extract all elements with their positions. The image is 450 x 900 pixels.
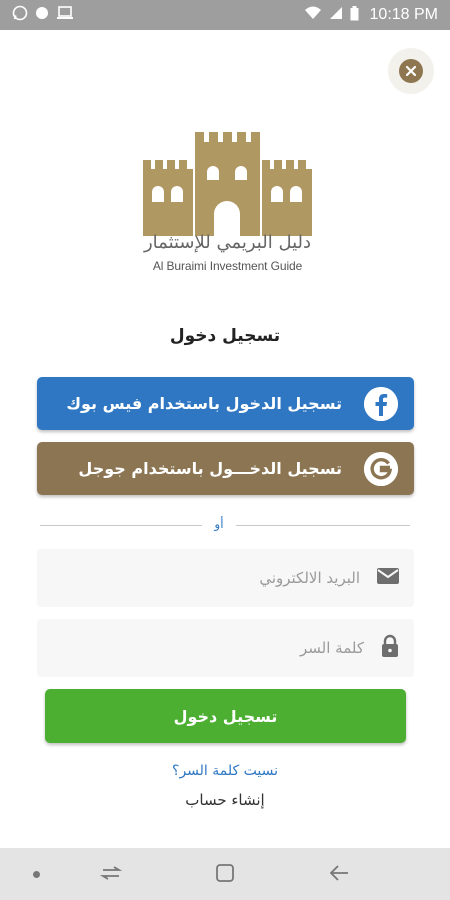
home-icon[interactable] bbox=[214, 862, 236, 888]
signal-icon bbox=[329, 6, 343, 24]
login-button[interactable]: تسجيل دخول bbox=[45, 689, 406, 743]
nav-dot-icon[interactable] bbox=[33, 871, 40, 878]
create-account-link[interactable]: إنشاء حساب bbox=[0, 791, 450, 809]
fortress-logo-icon bbox=[143, 132, 312, 236]
google-icon bbox=[364, 451, 398, 486]
forgot-password-link[interactable]: نسيت كلمة السر؟ bbox=[0, 763, 450, 779]
facebook-login-label: تسجيل الدخول باستخدام فيس بوك bbox=[66, 394, 342, 413]
status-time: 10:18 PM bbox=[369, 6, 438, 23]
status-right: 10:18 PM bbox=[304, 5, 438, 25]
status-bar: 10:18 PM bbox=[0, 0, 450, 30]
page-title: تسجيل دخول bbox=[169, 326, 281, 346]
wifi-icon bbox=[304, 6, 322, 24]
email-input[interactable] bbox=[78, 568, 362, 588]
facebook-icon bbox=[364, 386, 398, 421]
battery-icon bbox=[350, 5, 359, 25]
google-login-label: تسجيل الدخـــول باستخدام جوجل bbox=[78, 459, 342, 478]
google-login-button[interactable]: تسجيل الدخـــول باستخدام جوجل bbox=[37, 442, 414, 495]
back-icon[interactable] bbox=[328, 862, 350, 888]
lock-icon bbox=[380, 634, 400, 662]
system-nav-bar bbox=[0, 848, 450, 900]
divider-line-right bbox=[236, 525, 410, 526]
password-input[interactable] bbox=[82, 638, 366, 658]
facebook-login-button[interactable]: تسجيل الدخول باستخدام فيس بوك bbox=[37, 377, 414, 430]
logo-arabic-name: دليل البريمي للإستثمار bbox=[143, 232, 312, 253]
close-icon bbox=[399, 59, 423, 83]
status-left bbox=[12, 5, 74, 25]
divider-line-left bbox=[40, 525, 202, 526]
email-field[interactable] bbox=[37, 549, 414, 607]
email-icon bbox=[376, 566, 400, 590]
logo-english-name: Al Buraimi Investment Guide bbox=[152, 259, 303, 273]
laptop-icon bbox=[56, 6, 74, 24]
or-label: أو bbox=[214, 517, 224, 531]
circle-notification-icon bbox=[35, 6, 49, 24]
or-divider: أو bbox=[40, 517, 410, 533]
close-button[interactable] bbox=[388, 48, 434, 94]
password-field[interactable] bbox=[37, 619, 414, 677]
recent-apps-icon[interactable] bbox=[99, 862, 123, 888]
whatsapp-icon bbox=[12, 5, 28, 25]
